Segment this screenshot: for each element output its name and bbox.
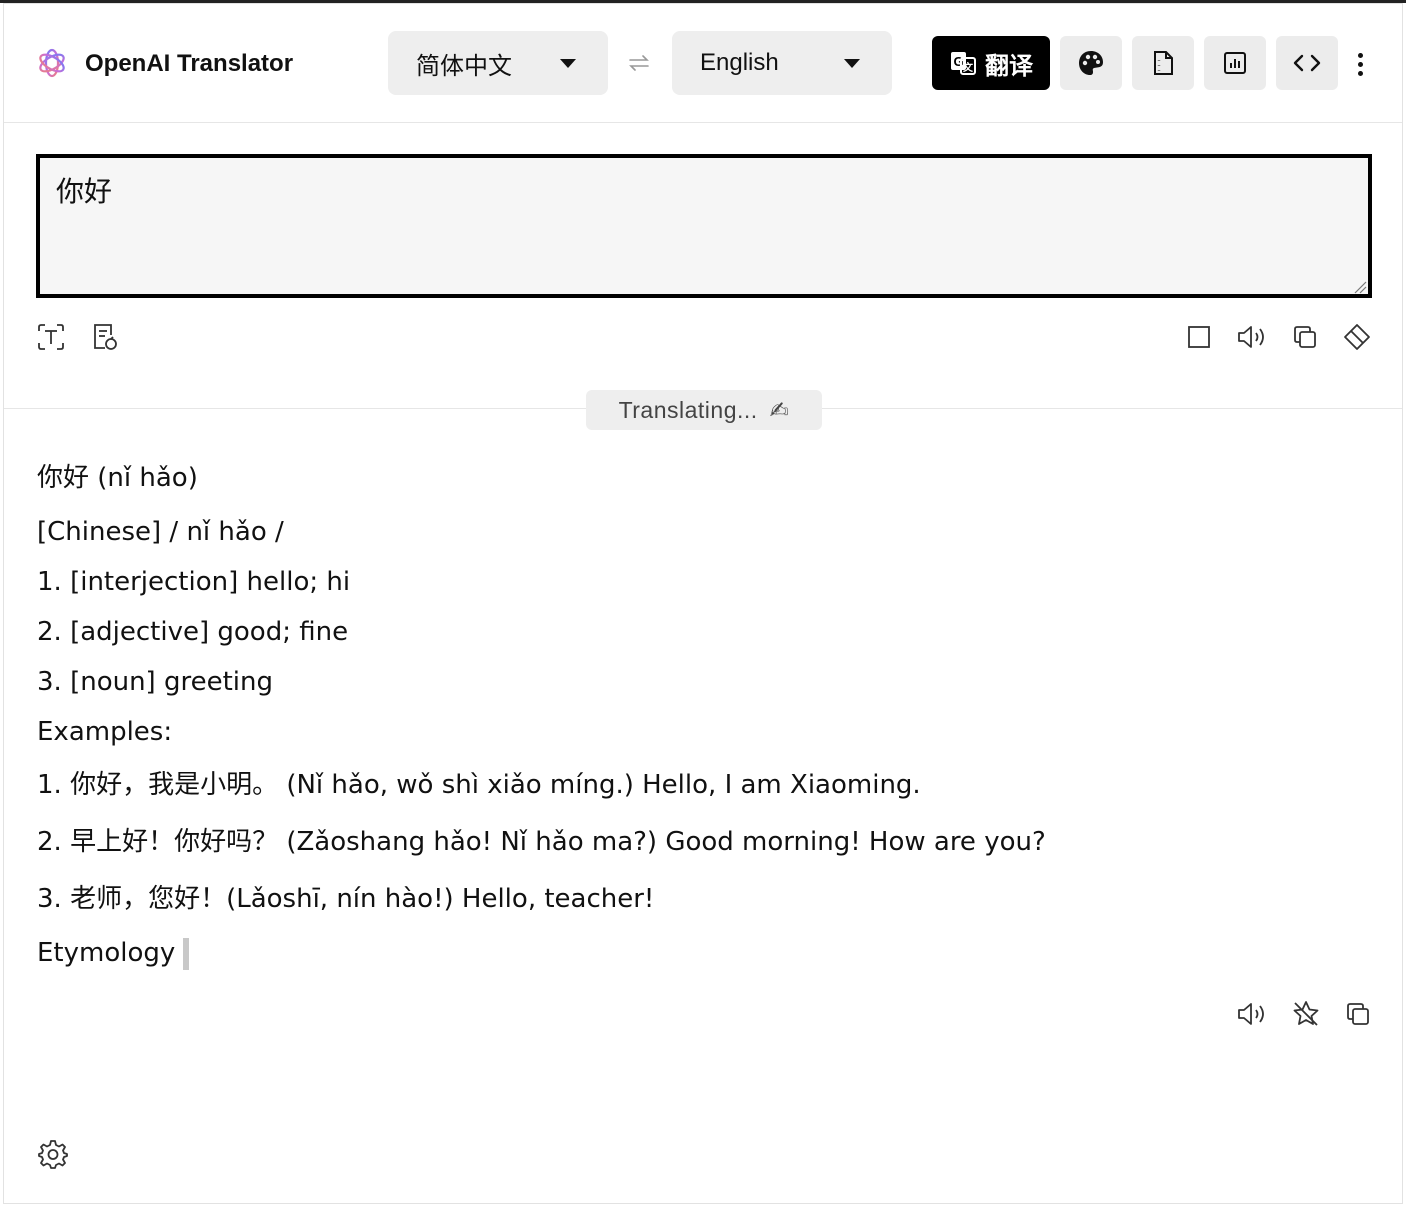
target-language-value: English xyxy=(700,49,779,76)
chart-icon xyxy=(1224,52,1246,74)
translate-button[interactable]: G 文 翻译 xyxy=(932,36,1050,90)
text-recognition-button[interactable] xyxy=(35,321,67,353)
output-line: Examples: xyxy=(37,717,173,747)
copy-source-button[interactable] xyxy=(1289,321,1321,353)
source-language-value: 简体中文 xyxy=(416,52,512,80)
output-line-text: Etymology xyxy=(37,938,176,968)
clear-input-button[interactable] xyxy=(1341,321,1373,353)
output-line: 1. [interjection] hello; hi xyxy=(37,567,351,597)
translation-output: 你好 (nǐ hǎo) [Chinese] / nǐ hǎo / 1. [int… xyxy=(37,450,1357,978)
output-line: 1. 你好，我是小明。 (Nǐ hǎo, wǒ shì xiǎo míng.) … xyxy=(37,770,921,800)
source-language-select[interactable]: 简体中文 xyxy=(388,31,608,95)
more-vertical-icon[interactable] xyxy=(1350,49,1370,79)
text-recognition-icon xyxy=(38,324,64,350)
translate-button-label: 翻译 xyxy=(985,52,1033,80)
output-line: 2. 早上好！你好吗？ (Zǎoshang hǎo! Nǐ hǎo ma?) G… xyxy=(37,827,1046,857)
code-icon xyxy=(1293,54,1321,72)
file-refresh-button[interactable] xyxy=(89,321,121,353)
speak-translation-button[interactable] xyxy=(1236,998,1268,1030)
document-icon xyxy=(1154,51,1173,75)
app-title: OpenAI Translator xyxy=(85,50,294,77)
output-line: 3. [noun] greeting xyxy=(37,667,273,697)
output-line-streaming: Etymology xyxy=(37,928,1357,978)
settings-gear-icon[interactable] xyxy=(37,1138,69,1170)
openai-logo-icon xyxy=(39,48,65,78)
chevron-down-icon xyxy=(560,59,576,68)
speak-source-button[interactable] xyxy=(1236,321,1268,353)
file-refresh-icon xyxy=(94,324,117,350)
document-button[interactable] xyxy=(1132,36,1194,90)
typing-cursor xyxy=(183,937,190,970)
translator-window: OpenAI Translator 简体中文 English G 文 翻译 你好… xyxy=(3,3,1403,1204)
output-line: 3. 老师，您好！(Lǎoshī, nín hào!) Hello, teach… xyxy=(37,884,655,914)
output-line: [Chinese] / nǐ hǎo / xyxy=(37,517,284,547)
favorite-button[interactable] xyxy=(1290,998,1322,1030)
translating-status-badge: Translating... ✍ xyxy=(586,390,822,430)
theme-button[interactable] xyxy=(1060,36,1122,90)
output-line: 2. [adjective] good; fine xyxy=(37,617,349,647)
speaker-icon xyxy=(1238,1003,1264,1025)
stop-icon xyxy=(1188,326,1210,348)
chevron-down-icon xyxy=(844,59,860,68)
copy-icon xyxy=(1294,326,1316,348)
swap-icon[interactable] xyxy=(627,53,651,73)
translate-icon: G 文 xyxy=(951,52,976,75)
output-line: 你好 (nǐ hǎo) xyxy=(37,463,198,493)
eraser-icon xyxy=(1344,324,1370,350)
copy-translation-button[interactable] xyxy=(1342,998,1374,1030)
star-off-icon xyxy=(1293,1001,1319,1026)
writing-hand-icon: ✍ xyxy=(769,396,790,423)
target-language-select[interactable]: English xyxy=(672,31,892,95)
code-button[interactable] xyxy=(1276,36,1338,90)
chart-button[interactable] xyxy=(1204,36,1266,90)
svg-text:文: 文 xyxy=(963,61,974,74)
speaker-icon xyxy=(1238,326,1264,348)
palette-icon xyxy=(1079,51,1103,75)
resize-grip-icon[interactable] xyxy=(1353,280,1367,294)
copy-icon xyxy=(1347,1003,1369,1025)
source-text-input[interactable]: 你好 xyxy=(36,154,1372,298)
status-text: Translating... xyxy=(618,396,758,423)
stop-button[interactable] xyxy=(1183,321,1215,353)
header-bar: OpenAI Translator 简体中文 English G 文 翻译 xyxy=(4,4,1402,123)
